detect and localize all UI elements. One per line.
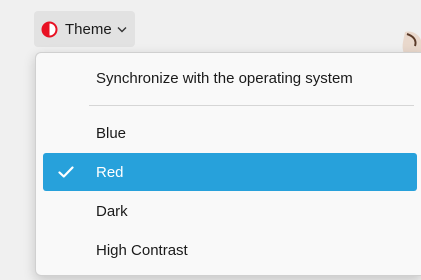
menu-item-label: High Contrast — [96, 241, 188, 259]
menu-item-blue[interactable]: Blue — [43, 114, 421, 152]
menu-item-sync-os[interactable]: Synchronize with the operating system — [43, 59, 421, 97]
menu-item-dark[interactable]: Dark — [43, 192, 421, 230]
menu-item-red[interactable]: Red — [43, 153, 417, 191]
menu-item-label: Red — [96, 163, 124, 181]
menu-divider — [89, 105, 414, 106]
menu-item-label: Blue — [96, 124, 127, 142]
theme-button[interactable]: Theme — [34, 11, 135, 47]
theme-dropdown-menu: Synchronize with the operating system Bl… — [35, 52, 421, 276]
menu-item-high-contrast[interactable]: High Contrast — [43, 231, 421, 269]
menu-item-label: Dark — [96, 202, 128, 220]
chevron-down-icon — [117, 26, 127, 33]
contrast-icon — [41, 21, 58, 38]
menu-item-label: Synchronize with the operating system — [96, 69, 353, 87]
checkmark-icon — [58, 166, 74, 178]
theme-button-label: Theme — [65, 20, 112, 38]
